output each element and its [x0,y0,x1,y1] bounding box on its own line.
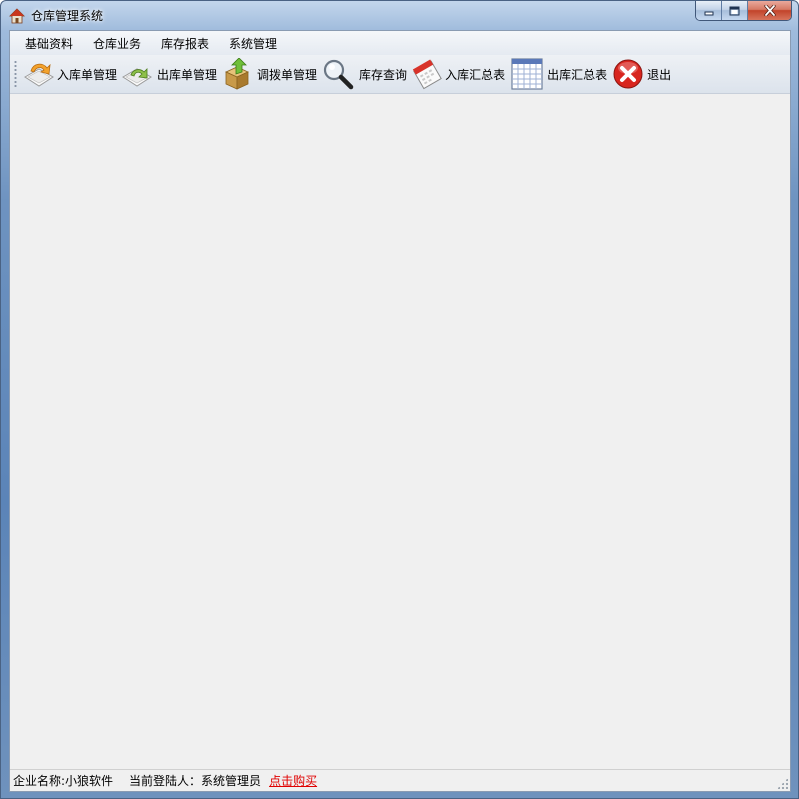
magnifier-icon [323,59,354,90]
title-bar[interactable]: 仓库管理系统 [1,1,798,29]
exit-icon [613,59,643,89]
toolbar-grip[interactable] [14,60,17,88]
inbound-orders-label: 入库单管理 [57,67,118,82]
outbound-summary-button[interactable]: 出库汇总表 [507,57,609,91]
menu-bar: 基础资料 仓库业务 库存报表 系统管理 [10,31,790,55]
status-bar: 企业名称:小狼软件 当前登陆人：系统管理员 点击购买 [10,769,790,791]
inbound-doc-icon [24,63,54,87]
app-house-icon [9,8,25,24]
resize-grip[interactable] [777,778,788,789]
menu-system-management[interactable]: 系统管理 [220,33,286,54]
close-button[interactable] [748,1,791,20]
buy-link[interactable]: 点击购买 [269,772,317,789]
transfer-box-icon [225,58,249,90]
inventory-query-label: 库存查询 [359,67,408,82]
client-area: 基础资料 仓库业务 库存报表 系统管理 入库单管理 出库单管理 调拨单管理 库存… [9,30,791,792]
maximize-button[interactable] [722,1,748,20]
minimize-button[interactable] [696,1,722,20]
close-icon [763,5,776,16]
outbound-doc-icon [122,68,152,87]
outbound-orders-button[interactable]: 出库单管理 [119,57,219,91]
maximize-icon [729,6,740,15]
inventory-query-button[interactable]: 库存查询 [319,57,409,91]
menu-warehouse-business[interactable]: 仓库业务 [84,33,150,54]
menu-basic-data[interactable]: 基础资料 [16,33,82,54]
table-grid-icon [511,58,543,90]
window-controls [695,1,792,21]
inbound-orders-button[interactable]: 入库单管理 [21,57,119,91]
mdi-workspace [10,94,790,769]
transfer-orders-button[interactable]: 调拨单管理 [219,57,319,91]
window-title: 仓库管理系统 [31,9,104,23]
exit-label: 退出 [647,67,672,82]
outbound-orders-label: 出库单管理 [157,67,218,82]
current-user: 当前登陆人：系统管理员 [129,774,262,788]
outbound-summary-label: 出库汇总表 [547,67,608,82]
tool-bar: 入库单管理 出库单管理 调拨单管理 库存查询 入库汇总表 出库汇总表 退出 [10,55,790,94]
minimize-icon [704,11,713,15]
calendar-icon [412,59,442,90]
inbound-summary-button[interactable]: 入库汇总表 [409,57,507,91]
company-name: 企业名称:小狼软件 [13,774,114,788]
app-window: 仓库管理系统 基础资料 仓库业务 库存报表 系统管理 入库单管理 出库单管理 调… [0,0,799,799]
inbound-summary-label: 入库汇总表 [445,67,506,82]
transfer-orders-label: 调拨单管理 [257,67,318,82]
menu-inventory-reports[interactable]: 库存报表 [152,33,218,54]
exit-button[interactable]: 退出 [609,57,673,91]
